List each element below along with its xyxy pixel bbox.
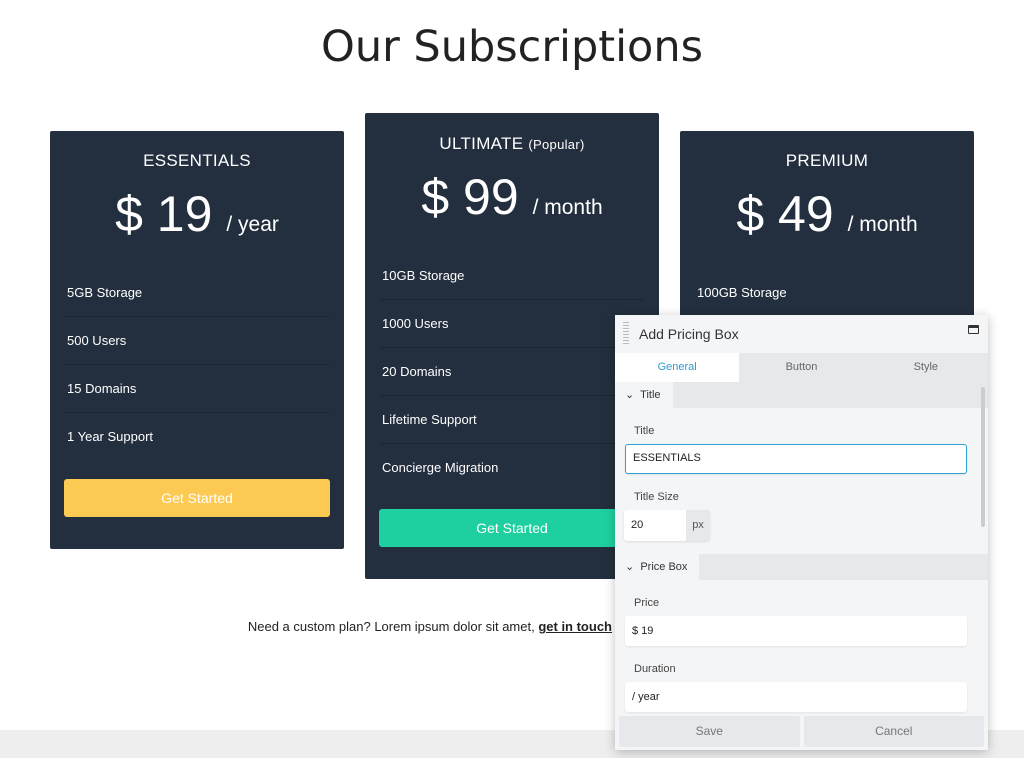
tab-style[interactable]: Style: [864, 353, 988, 382]
price-amount: $ 49: [736, 186, 834, 242]
tab-button[interactable]: Button: [739, 353, 863, 382]
feature-item: Lifetime Support: [379, 396, 645, 444]
dialog-footer: Save Cancel: [619, 716, 984, 747]
duration-label: Duration: [634, 663, 676, 675]
save-button[interactable]: Save: [619, 716, 800, 747]
feature-item: 20 Domains: [379, 348, 645, 396]
plan-title: PREMIUM: [680, 151, 974, 171]
feature-item: 5GB Storage: [64, 269, 330, 317]
feature-item: 15 Domains: [64, 365, 330, 413]
feature-item: 1 Year Support: [67, 429, 154, 444]
get-started-button[interactable]: Get Started: [379, 509, 645, 547]
feature-item: 500 Users: [64, 317, 330, 365]
pricing-card-essentials: ESSENTIALS $ 19 / year 5GB Storage 500 U…: [50, 131, 344, 549]
title-input[interactable]: ESSENTIALS: [625, 444, 967, 474]
price-period: / month: [532, 196, 603, 219]
feature-item: 10GB Storage: [379, 252, 645, 300]
plan-name: PREMIUM: [785, 151, 869, 170]
price-label: Price: [634, 597, 660, 609]
price-input[interactable]: $ 19: [625, 616, 967, 646]
tab-general[interactable]: General: [615, 353, 740, 382]
title-label: Title: [634, 425, 655, 437]
chevron-down-icon: ⌄: [625, 561, 635, 573]
dialog-body: ⌄ Title Title ESSENTIALS Title Size 20 px…: [615, 382, 988, 714]
price-period: / month: [847, 213, 918, 236]
plan-price: $ 99 / month: [365, 168, 659, 226]
title-size-input[interactable]: 20 px: [624, 510, 710, 541]
page-title: Our Subscriptions: [320, 22, 704, 72]
plan-price: $ 49 / month: [680, 185, 974, 243]
dialog-tabs: General Button Style: [615, 353, 988, 382]
price-amount: $ 99: [421, 169, 519, 225]
maximize-icon[interactable]: [968, 325, 979, 334]
dialog-title: Add Pricing Box: [639, 326, 739, 342]
title-size-label: Title Size: [634, 491, 679, 503]
dialog-header[interactable]: Add Pricing Box: [615, 315, 988, 353]
footer-text: Need a custom plan? Lorem ipsum dolor si…: [247, 619, 539, 634]
section-heading: Title: [640, 389, 661, 401]
feature-item: 1000 Users: [379, 300, 645, 348]
get-in-touch-link[interactable]: get in touch: [538, 619, 612, 634]
scrollbar[interactable]: [981, 387, 985, 527]
section-title[interactable]: ⌄ Title: [615, 382, 988, 408]
plan-price: $ 19 / year: [50, 185, 344, 243]
cancel-button[interactable]: Cancel: [803, 716, 984, 747]
plan-title: ULTIMATE (Popular): [365, 134, 659, 154]
price-period: / year: [226, 213, 279, 236]
plan-title: ESSENTIALS: [50, 151, 344, 171]
get-started-button[interactable]: Get Started: [64, 479, 330, 517]
drag-handle-icon[interactable]: [623, 322, 629, 344]
unit-label: px: [686, 510, 710, 541]
chevron-down-icon: ⌄: [625, 389, 635, 401]
plan-name: ULTIMATE: [439, 134, 524, 153]
plan-name: ESSENTIALS: [143, 151, 251, 170]
duration-input[interactable]: / year: [625, 682, 967, 712]
custom-plan-text: Need a custom plan? Lorem ipsum dolor si…: [0, 619, 612, 634]
section-price-box[interactable]: ⌄ Price Box: [615, 554, 988, 580]
price-amount: $ 19: [115, 186, 213, 242]
popular-tag: (Popular): [528, 137, 585, 152]
add-pricing-box-dialog: Add Pricing Box General Button Style ⌄ T…: [615, 315, 988, 750]
title-size-value[interactable]: 20: [624, 510, 686, 541]
feature-item: Concierge Migration: [382, 460, 499, 475]
feature-item: 100GB Storage: [697, 285, 787, 300]
section-heading: Price Box: [640, 561, 688, 573]
